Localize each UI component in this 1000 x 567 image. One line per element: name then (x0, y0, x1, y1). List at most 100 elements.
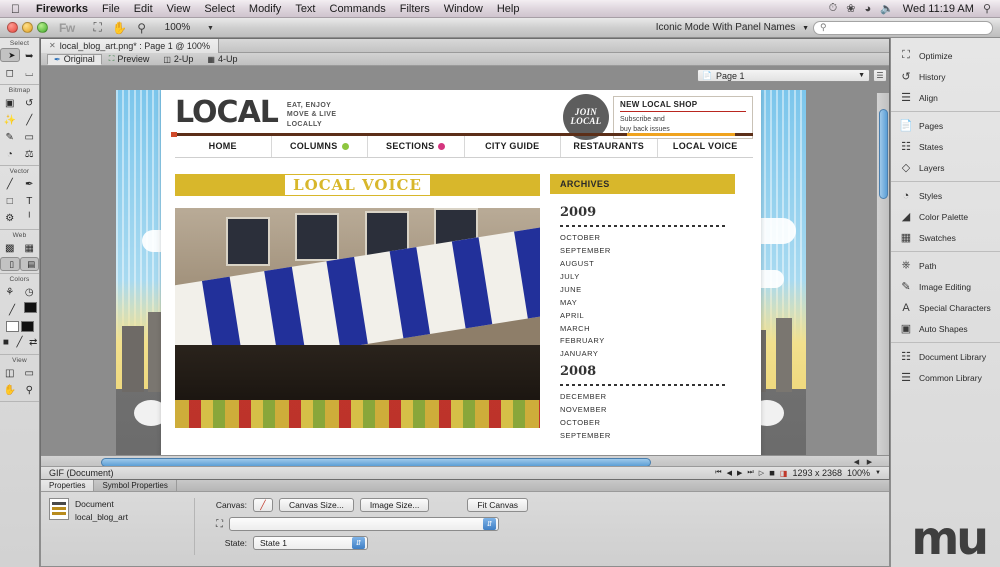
archive-month[interactable]: OCTOBER (560, 417, 725, 430)
pen-tool[interactable]: ✒ (20, 176, 40, 193)
nav-item-columns[interactable]: COLUMNS (272, 136, 369, 157)
magic-wand-tool[interactable]: ✨ (0, 112, 20, 129)
zoom-tool[interactable]: ⚲ (20, 382, 40, 399)
page-options-button[interactable]: ☰ (873, 69, 887, 82)
show-slices-tool[interactable]: ▤ (20, 257, 40, 271)
canvas-area[interactable]: 📄 Page 1 ▼ ☰ (41, 66, 889, 468)
menu-item-text[interactable]: Text (288, 3, 322, 15)
tab-preview[interactable]: ⛶ Preview (102, 54, 157, 65)
archive-month[interactable]: JULY (560, 271, 725, 284)
tab-4up[interactable]: ▦ 4-Up (200, 54, 244, 65)
scroll-left-arrow[interactable]: ◀ (850, 458, 863, 466)
dock-item-swatches[interactable]: ▦ Swatches (891, 227, 1000, 248)
page-selector-dropdown[interactable]: 📄 Page 1 ▼ (697, 69, 870, 82)
dock-item-color-palette[interactable]: ◢ Color Palette (891, 206, 1000, 227)
lasso-tool[interactable]: ↺ (20, 95, 40, 112)
dock-item-path[interactable]: ⎈ Path (891, 255, 1000, 276)
archive-month[interactable]: JUNE (560, 284, 725, 297)
image-icon[interactable]: ⛶ (87, 20, 109, 35)
canvas-vertical-scrollbar[interactable] (876, 93, 889, 455)
eraser-tool[interactable]: ▭ (20, 129, 40, 146)
line-tool[interactable]: ╱ (0, 176, 20, 193)
close-button[interactable] (7, 22, 18, 33)
dock-item-common-library[interactable]: ☰ Common Library (891, 367, 1000, 388)
archive-month[interactable]: SEPTEMBER (560, 245, 725, 258)
rubber-stamp-tool[interactable]: ⚖ (20, 146, 40, 163)
dock-item-document-library[interactable]: ☷ Document Library (891, 346, 1000, 367)
menu-item-modify[interactable]: Modify (242, 3, 288, 15)
subselect-tool[interactable]: ➥ (20, 48, 39, 65)
default-colors[interactable] (6, 321, 19, 332)
tab-2up[interactable]: ◫ 2-Up (156, 54, 200, 65)
dock-item-optimize[interactable]: ⛶ Optimize (891, 45, 1000, 66)
dock-item-states[interactable]: ☷ States (891, 136, 1000, 157)
play-animation-button[interactable]: ▷ (759, 469, 764, 477)
zoom-icon[interactable]: ⚲ (131, 21, 153, 35)
close-icon[interactable]: ✕ (49, 41, 56, 50)
pointer-tool[interactable]: ➤ (0, 48, 20, 62)
nav-item-sections[interactable]: SECTIONS (368, 136, 465, 157)
menu-item-help[interactable]: Help (490, 3, 527, 15)
pencil-tool[interactable]: ✎ (0, 129, 20, 146)
menu-item-fireworks[interactable]: Fireworks (29, 3, 95, 15)
prev-page-button[interactable]: ◀ (727, 469, 732, 477)
no-stroke-icon[interactable]: ■ (0, 334, 12, 351)
select-behind-tool[interactable]: ◻ (0, 65, 20, 82)
canvas-size-button[interactable]: Canvas Size... (279, 498, 354, 512)
dock-item-styles[interactable]: ◔ Styles (891, 185, 1000, 206)
archive-month[interactable]: OCTOBER (560, 232, 725, 245)
hotspot-tool[interactable]: ▩ (0, 240, 20, 257)
search-input[interactable]: ⚲ (813, 21, 993, 35)
wifi-icon[interactable]: ◕ (864, 3, 871, 15)
paint-bucket-tool[interactable]: ◷ (20, 284, 40, 301)
document-tab[interactable]: ✕ local_blog_art.png* : Page 1 @ 100% (41, 39, 219, 53)
slice-tool[interactable]: ▦ (20, 240, 40, 257)
dock-item-pages[interactable]: 📄 Pages (891, 115, 1000, 136)
last-page-button[interactable]: ⏭ (747, 469, 753, 477)
document-zoom-value[interactable]: 100% (847, 468, 870, 478)
onion-skin-icon[interactable]: ◨ (780, 469, 788, 478)
menu-item-window[interactable]: Window (437, 3, 490, 15)
nav-item-local-voice[interactable]: LOCAL VOICE (658, 136, 754, 157)
archive-month[interactable]: FEBRUARY (560, 335, 725, 348)
archive-month[interactable]: MARCH (560, 323, 725, 336)
eyedropper-tool[interactable]: ⚘ (0, 284, 20, 301)
apple-menu-icon[interactable]:  (0, 2, 29, 16)
new-local-shop-box[interactable]: NEW LOCAL SHOP Subscribe and buy back is… (613, 96, 753, 139)
menu-item-view[interactable]: View (160, 3, 198, 15)
archive-month[interactable]: AUGUST (560, 258, 725, 271)
rectangle-tool[interactable]: □ (0, 193, 20, 210)
hand-tool[interactable]: ✋ (0, 382, 20, 399)
archive-month[interactable]: SEPTEMBER (560, 430, 725, 443)
menu-item-select[interactable]: Select (197, 3, 242, 15)
bluetooth-icon[interactable]: ❀ (846, 2, 855, 15)
dock-item-layers[interactable]: ◇ Layers (891, 157, 1000, 178)
swap-colors-icon[interactable]: ⇄ (27, 334, 39, 351)
archive-month[interactable]: DECEMBER (560, 391, 725, 404)
stroke-color[interactable]: ╱ (2, 302, 22, 319)
artboard[interactable]: LOCAL EAT, ENJOY MOVE & LIVE LOCALLY JOI… (116, 90, 806, 468)
dock-item-auto-shapes[interactable]: ▣ Auto Shapes (891, 318, 1000, 339)
menu-item-edit[interactable]: Edit (127, 3, 160, 15)
chevron-down-icon[interactable]: ▼ (875, 470, 881, 476)
zoom-window-button[interactable] (37, 22, 48, 33)
volume-icon[interactable]: 🔈 (880, 2, 894, 15)
no-fill-icon[interactable]: ╱ (14, 334, 26, 351)
brush-tool[interactable]: ╱ (20, 112, 40, 129)
first-page-button[interactable]: ⏮ (715, 469, 721, 477)
archive-month[interactable]: NOVEMBER (560, 404, 725, 417)
menu-item-commands[interactable]: Commands (323, 3, 393, 15)
canvas-color-swatch[interactable]: ╱ (253, 498, 273, 512)
freeform-tool[interactable]: ⚙ (0, 210, 20, 227)
spotlight-icon[interactable]: ⚲ (983, 2, 991, 15)
fit-canvas-button[interactable]: Fit Canvas (467, 498, 528, 512)
scrollbar-thumb[interactable] (879, 109, 888, 199)
marquee-tool[interactable]: ▣ (0, 95, 20, 112)
nav-item-home[interactable]: HOME (175, 136, 272, 157)
standard-screen-mode[interactable]: ◫ (0, 365, 20, 382)
image-size-button[interactable]: Image Size... (360, 498, 430, 512)
minimize-button[interactable] (22, 22, 33, 33)
time-machine-icon[interactable]: ⏱ (829, 2, 838, 15)
scroll-right-arrow[interactable]: ▶ (863, 458, 876, 466)
dock-item-special-characters[interactable]: A Special Characters (891, 297, 1000, 318)
